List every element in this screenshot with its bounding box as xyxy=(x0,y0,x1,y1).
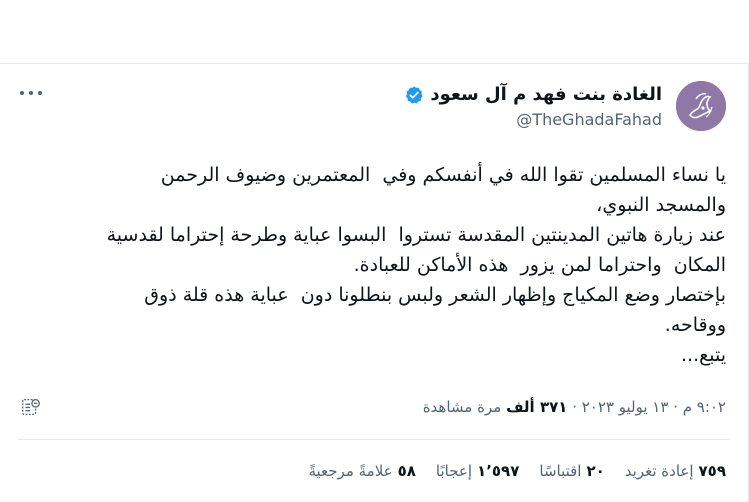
analytics-icon[interactable] xyxy=(20,396,42,418)
tweet-line: بإختصار وضع المكياج وإظهار الشعر ولبس بن… xyxy=(144,284,726,306)
tweet-line: المكان واحتراما لمن يزور هذه الأماكن للع… xyxy=(353,254,726,276)
tweet-timestamp-views: ٩:٠٢ م · ١٣ يوليو ٢٠٢٣ · ٣٧١ ألف مرة مشا… xyxy=(423,398,726,416)
quotes-count: ٢٠ xyxy=(586,462,605,480)
tweet-line: عند زيارة هاتين المدينتين المقدسة تستروا… xyxy=(106,224,726,246)
tweet-timestamp[interactable]: ٩:٠٢ م · ١٣ يوليو ٢٠٢٣ · xyxy=(572,398,726,416)
more-dot xyxy=(29,91,33,95)
tweet-stats: ٧٥٩ إعادة تغريد ٢٠ اقتباسًا ١٬٥٩٧ إعجابً… xyxy=(308,462,726,480)
views-count: ٣٧١ ألف xyxy=(506,398,568,416)
tweet-author: الغادة بنت فهد م آل سعود @TheGhadaFahad xyxy=(404,84,662,129)
tweet-card[interactable]: الغادة بنت فهد م آل سعود @TheGhadaFahad … xyxy=(0,63,749,502)
bookmarks-label: علامةً مرجعيةً xyxy=(308,462,393,480)
retweets-stat[interactable]: ٧٥٩ إعادة تغريد xyxy=(625,462,726,480)
views-label: مرة مشاهدة xyxy=(422,398,502,416)
tweet-line-more[interactable]: يتبع... xyxy=(20,340,726,370)
tweet-body: يا نساء المسلمين تقوا الله في أنفسكم وفي… xyxy=(20,160,726,370)
more-dot xyxy=(20,91,24,95)
quotes-label: اقتباسًا xyxy=(539,462,582,480)
avatar-calligraphy-logo xyxy=(676,81,726,131)
tweet-line: يا نساء المسلمين تقوا الله في أنفسكم وفي… xyxy=(160,164,726,186)
likes-stat[interactable]: ١٬٥٩٧ إعجابًا xyxy=(436,462,519,480)
more-dot xyxy=(38,91,42,95)
more-dots-icon[interactable] xyxy=(20,86,42,100)
likes-label: إعجابًا xyxy=(435,462,473,480)
quotes-stat[interactable]: ٢٠ اقتباسًا xyxy=(539,462,604,480)
bookmarks-stat[interactable]: ٥٨ علامةً مرجعيةً xyxy=(308,462,415,480)
divider xyxy=(18,439,730,440)
tweet-line: والمسجد النبوي، xyxy=(596,194,726,216)
bookmarks-count: ٥٨ xyxy=(397,462,416,480)
display-name[interactable]: الغادة بنت فهد م آل سعود xyxy=(430,84,662,105)
retweets-count: ٧٥٩ xyxy=(698,462,726,480)
tweet-line: ووقاحه. xyxy=(664,314,726,336)
page-canvas: الغادة بنت فهد م آل سعود @TheGhadaFahad … xyxy=(0,0,749,502)
retweets-label: إعادة تغريد xyxy=(624,462,694,480)
verified-badge-icon[interactable] xyxy=(404,85,424,105)
display-name-row: الغادة بنت فهد م آل سعود xyxy=(404,84,662,105)
tweet-meta: ٩:٠٢ م · ١٣ يوليو ٢٠٢٣ · ٣٧١ ألف مرة مشا… xyxy=(20,395,726,419)
likes-count: ١٬٥٩٧ xyxy=(477,462,520,480)
avatar[interactable] xyxy=(676,81,726,131)
handle[interactable]: @TheGhadaFahad xyxy=(404,110,662,129)
